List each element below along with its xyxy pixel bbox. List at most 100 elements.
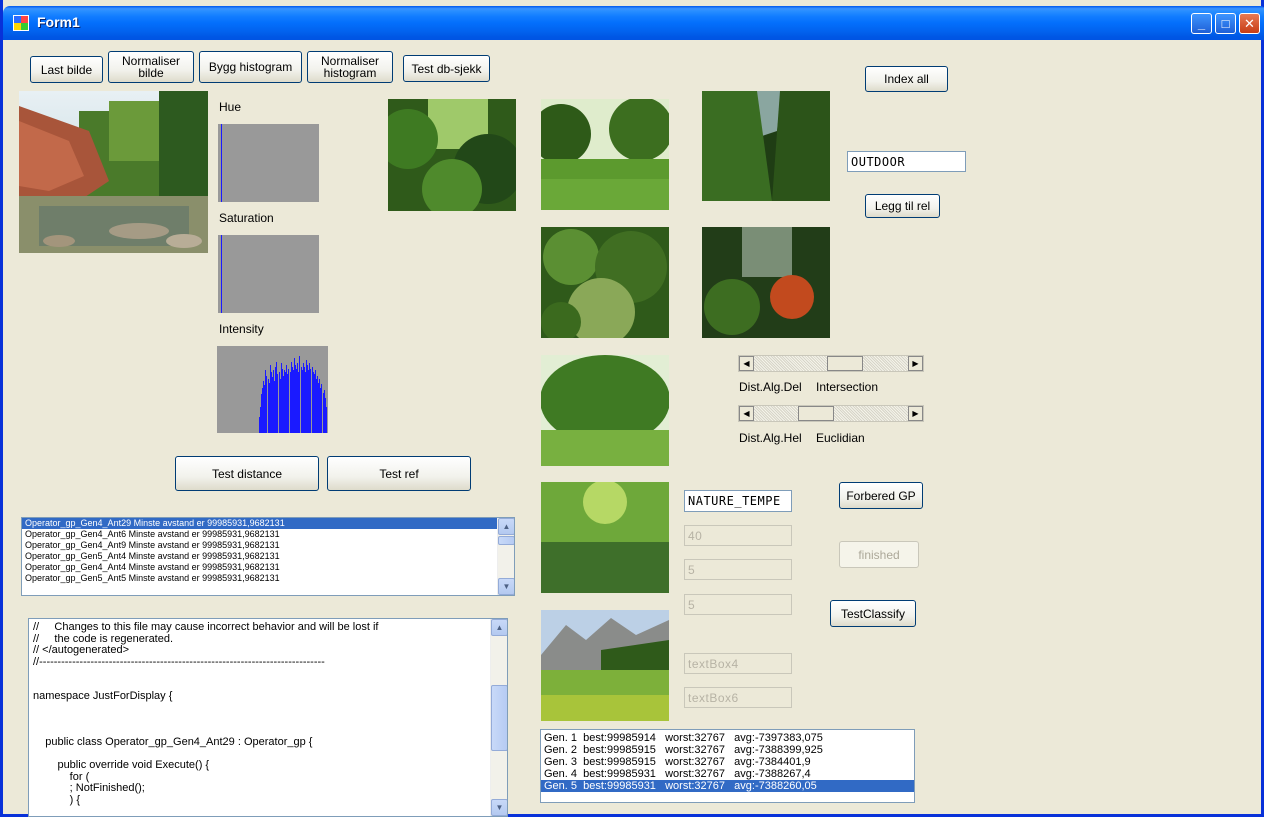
textbox4-field: textBox4 [684, 653, 792, 674]
code-line: // the code is regenerated. [33, 632, 174, 645]
hue-histogram-bar [221, 124, 223, 202]
scroll-down-icon[interactable]: ▼ [498, 578, 514, 595]
intensity-label: Intensity [219, 322, 264, 336]
generations-listbox[interactable]: Gen. 1 best:99985914 worst:32767 avg:-73… [540, 729, 915, 803]
textbox6-field: textBox6 [684, 687, 792, 708]
result-list-item[interactable]: Operator_gp_Gen5_Ant5 Minste avstand er … [22, 573, 514, 584]
category-input[interactable]: OUTDOOR [847, 151, 966, 172]
result-image-8[interactable] [541, 610, 669, 721]
add-relevant-button[interactable]: Legg til rel [865, 194, 940, 218]
result-list-item[interactable]: Operator_gp_Gen4_Ant4 Minste avstand er … [22, 562, 514, 573]
generation-list-item[interactable]: Gen. 4 best:99985931 worst:32767 avg:-73… [541, 768, 914, 780]
forest-image [388, 99, 516, 211]
results-scrollbar[interactable]: ▲ ▼ [497, 518, 514, 595]
normalize-image-button[interactable]: Normaliser bilde [108, 51, 194, 83]
result-list-item[interactable]: Operator_gp_Gen5_Ant4 Minste avstand er … [22, 551, 514, 562]
app-icon[interactable] [13, 15, 29, 31]
generation-list-item[interactable]: Gen. 1 best:99985914 worst:32767 avg:-73… [541, 732, 914, 744]
test-classify-button[interactable]: TestClassify [830, 600, 916, 627]
meadow-image [541, 99, 669, 210]
prepare-gp-button[interactable]: Forbered GP [839, 482, 923, 509]
generation-list-item[interactable]: Gen. 5 best:99985931 worst:32767 avg:-73… [541, 780, 914, 792]
intensity-histogram [217, 346, 328, 433]
code-scrollbar[interactable]: ▲ ▼ [490, 619, 507, 816]
load-image-button[interactable]: Last bilde [30, 56, 103, 83]
result-image-3[interactable] [702, 91, 830, 201]
code-line: ) { [33, 793, 81, 806]
bush-image [541, 227, 669, 338]
window-title: Form1 [37, 14, 80, 30]
maximize-button[interactable]: □ [1215, 13, 1236, 34]
code-line: namespace JustForDisplay { [33, 690, 173, 702]
saturation-histogram-bar [221, 235, 223, 313]
title-bar[interactable]: Form1 _ □ ✕ [3, 6, 1264, 40]
dist-del-scrollbar[interactable]: ◀ ▶ [738, 355, 924, 372]
code-line: //--------------------------------------… [33, 655, 325, 668]
dist-hel-label: Dist.Alg.Hel [739, 431, 802, 445]
intensity-bar [325, 406, 327, 433]
param-field-2: 5 [684, 559, 792, 580]
code-line: // Changes to this file may cause incorr… [33, 621, 379, 633]
scroll-up-icon[interactable]: ▲ [498, 518, 514, 535]
generation-list-item[interactable]: Gen. 2 best:99985915 worst:32767 avg:-73… [541, 744, 914, 756]
result-image-7[interactable] [541, 482, 669, 593]
results-listbox[interactable]: Operator_gp_Gen4_Ant29 Minste avstand er… [21, 517, 515, 596]
code-line: public class Operator_gp_Gen4_Ant29 : Op… [33, 736, 313, 748]
dist-hel-scrollbar[interactable]: ◀ ▶ [738, 405, 924, 422]
param-field-1: 40 [684, 525, 792, 546]
code-line: // </autogenerated> [33, 644, 130, 656]
results-scroll-thumb[interactable] [498, 536, 514, 545]
class-input[interactable]: NATURE_TEMPE [684, 490, 792, 512]
main-window: Form1 _ □ ✕ Last bilde Normaliser bilde … [0, 0, 1264, 817]
dist-del-label: Dist.Alg.Del [739, 380, 802, 394]
minimize-icon: _ [1197, 16, 1206, 31]
test-db-button[interactable]: Test db-sjekk [403, 55, 490, 82]
result-image-2[interactable] [541, 99, 669, 210]
generation-list-item[interactable]: Gen. 3 best:99985915 worst:32767 avg:-73… [541, 756, 914, 768]
autumn-forest-image [702, 227, 830, 338]
index-all-button[interactable]: Index all [865, 66, 948, 92]
code-line: for ( [33, 770, 90, 783]
result-list-item[interactable]: Operator_gp_Gen4_Ant6 Minste avstand er … [22, 529, 514, 540]
result-image-5[interactable] [702, 227, 830, 338]
result-image-1[interactable] [388, 99, 516, 211]
results-list: Operator_gp_Gen4_Ant29 Minste avstand er… [22, 518, 514, 584]
dist-del-value: Intersection [816, 380, 879, 394]
scroll-down-icon[interactable]: ▼ [491, 799, 507, 816]
arrow-left-icon[interactable]: ◀ [739, 356, 754, 371]
saturation-label: Saturation [219, 211, 274, 225]
result-list-item[interactable]: Operator_gp_Gen4_Ant29 Minste avstand er… [22, 518, 514, 529]
scroll-up-icon[interactable]: ▲ [491, 619, 507, 636]
alpine-meadow-image [541, 610, 669, 721]
code-line: public override void Execute() { [33, 759, 210, 771]
dist-del-thumb[interactable] [827, 356, 864, 371]
normalize-histogram-button[interactable]: Normaliser histogram [307, 51, 393, 83]
code-line: ; NotFinished(); [33, 782, 145, 794]
arrow-right-icon[interactable]: ▶ [908, 356, 923, 371]
lake-image [541, 482, 669, 593]
valley-image [702, 91, 830, 201]
result-image-6[interactable] [541, 355, 669, 466]
hue-histogram [218, 124, 319, 202]
dist-hel-thumb[interactable] [797, 406, 834, 421]
close-button[interactable]: ✕ [1239, 13, 1260, 34]
dist-hel-value: Euclidian [816, 431, 865, 445]
test-distance-button[interactable]: Test distance [175, 456, 319, 491]
saturation-histogram [218, 235, 319, 313]
result-image-4[interactable] [541, 227, 669, 338]
hue-label: Hue [219, 100, 242, 114]
code-textarea[interactable]: // Changes to this file may cause incorr… [28, 618, 508, 817]
param-field-3: 5 [684, 594, 792, 615]
result-list-item[interactable]: Operator_gp_Gen4_Ant9 Minste avstand er … [22, 540, 514, 551]
code-scroll-thumb[interactable] [491, 685, 507, 751]
finished-button: finished [839, 541, 919, 568]
arrow-left-icon[interactable]: ◀ [739, 406, 754, 421]
minimize-button[interactable]: _ [1191, 13, 1212, 34]
arrow-right-icon[interactable]: ▶ [908, 406, 923, 421]
test-ref-button[interactable]: Test ref [327, 456, 471, 491]
source-image [19, 91, 208, 253]
build-histogram-button[interactable]: Bygg histogram [199, 51, 302, 83]
close-icon: ✕ [1244, 16, 1255, 31]
generations-list: Gen. 1 best:99985914 worst:32767 avg:-73… [541, 730, 914, 792]
tree-image [541, 355, 669, 466]
